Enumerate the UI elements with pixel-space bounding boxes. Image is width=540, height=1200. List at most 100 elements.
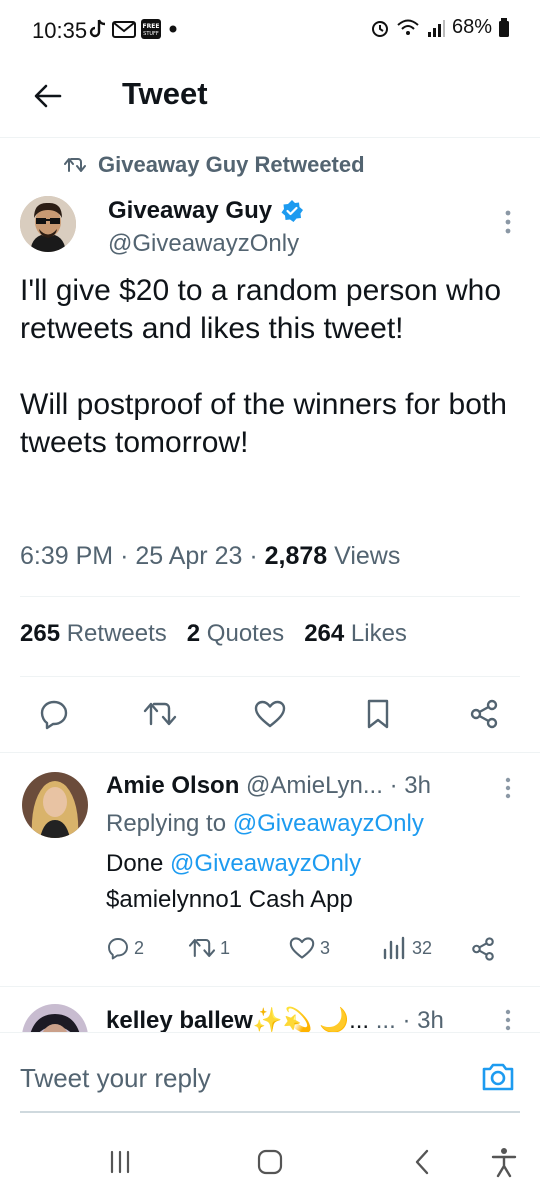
home-button[interactable] (250, 1142, 290, 1182)
reply-avatar-photo (22, 1004, 88, 1032)
reply-like-button[interactable]: 3 (288, 936, 330, 960)
reply-mention[interactable]: @GiveawayzOnly (170, 850, 361, 877)
retweeted-by[interactable]: Giveaway Guy Retweeted (64, 152, 365, 178)
retweet-icon (188, 938, 216, 958)
replying-to-mention[interactable]: @GiveawayzOnly (233, 810, 424, 837)
reply-share-button[interactable] (470, 936, 496, 962)
recent-apps-button[interactable] (100, 1142, 140, 1182)
recent-apps-icon (110, 1150, 130, 1174)
tweet-text: I'll give $20 to a random person who ret… (20, 274, 507, 459)
home-icon (257, 1149, 283, 1175)
camera-icon (482, 1063, 514, 1091)
author-name-text: Giveaway Guy (108, 197, 273, 224)
quotes-count: 2 (186, 620, 201, 647)
bookmark-icon (367, 699, 389, 729)
tiktok-icon (89, 19, 106, 38)
views-label[interactable]: Views (334, 542, 400, 570)
tweet-meta: 6:39 PM · 25 Apr 23 · 2,878 Views (20, 542, 400, 571)
divider (20, 596, 520, 597)
retweet-icon (143, 702, 177, 726)
bookmark-button[interactable] (358, 694, 398, 734)
quotes-label: Quotes (206, 620, 285, 647)
verified-badge-icon (281, 200, 304, 222)
reply-avatar[interactable] (22, 1004, 88, 1032)
back-button[interactable] (26, 74, 70, 118)
replying-label: Replying to (106, 810, 227, 837)
reply-avatar[interactable] (22, 772, 88, 838)
chevron-left-icon (415, 1149, 429, 1175)
retweets-stat[interactable]: 265 Retweets (20, 620, 167, 648)
reply-more-button[interactable] (498, 1008, 518, 1032)
reply-input-underline (20, 1111, 520, 1113)
retweet-button[interactable] (140, 694, 180, 734)
reply-avatar-photo (22, 772, 88, 838)
reply-author-name[interactable]: kelley ballew (106, 1007, 253, 1032)
reply-reply-count: 2 (134, 937, 145, 958)
svg-text:FREE: FREE (143, 23, 160, 30)
reply-author-handle[interactable]: @AmieLyn... (246, 772, 383, 799)
page-title: Tweet (122, 76, 208, 111)
reply-retweet-button[interactable]: 1 (188, 936, 230, 960)
svg-text:STUFF: STUFF (143, 31, 159, 37)
status-time: 10:35 (32, 18, 88, 43)
author-avatar[interactable] (20, 196, 76, 252)
status-system-icons: 68% (370, 16, 510, 39)
tweet-stats: 265 Retweets 2 Quotes 264 Likes (20, 620, 407, 648)
reply-button[interactable] (34, 694, 74, 734)
tweet-actions (0, 688, 540, 738)
reply-views-button[interactable]: 32 (382, 936, 432, 960)
share-icon (470, 699, 498, 729)
reply-text-line: Done @GiveawayzOnly (106, 846, 361, 882)
share-button[interactable] (464, 694, 504, 734)
reply-input[interactable]: Tweet your reply (20, 1063, 211, 1094)
reply-item[interactable]: kelley ballew✨💫 🌙... ... · 3h (0, 986, 540, 1032)
status-bar: 10:35 FREE STUFF 68% (0, 0, 540, 60)
reply-like-count: 3 (320, 937, 331, 958)
replying-to: Replying to @GiveawayzOnly (106, 810, 424, 838)
reply-header: kelley ballew✨💫 🌙... ... · 3h (106, 1006, 486, 1032)
author-handle[interactable]: @GiveawayzOnly (108, 230, 299, 258)
gmail-icon (112, 21, 136, 38)
reply-author-name[interactable]: Amie Olson (106, 772, 239, 799)
reply-item[interactable]: Amie Olson @AmieLyn... · 3h Replying to … (0, 752, 540, 982)
like-button[interactable] (250, 694, 290, 734)
reply-text-line-2: $amielynno1 Cash App (106, 886, 353, 913)
signal-icon (427, 19, 445, 37)
back-nav-button[interactable] (402, 1142, 442, 1182)
more-vertical-icon (505, 777, 511, 799)
quotes-stat[interactable]: 2 Quotes (187, 620, 284, 648)
tweet-time: 6:39 PM (20, 542, 114, 570)
dot-icon (169, 25, 177, 33)
author-name[interactable]: Giveaway Guy (108, 197, 304, 225)
alarm-icon (371, 20, 388, 37)
wifi-icon (397, 19, 419, 35)
reply-icon (40, 700, 68, 730)
reply-reply-button[interactable]: 2 (106, 936, 144, 960)
reply-more-button[interactable] (498, 776, 518, 802)
reply-age: · 3h (402, 1007, 444, 1032)
tweet-more-button[interactable] (498, 208, 518, 238)
accessibility-icon (491, 1148, 517, 1178)
reply-text: Done @GiveawayzOnly $amielynno1 Cash App (106, 846, 361, 918)
reply-composer: Tweet your reply (0, 1032, 540, 1114)
reply-age: · 3h (389, 772, 431, 799)
reply-actions: 2 1 3 32 (106, 936, 506, 966)
more-vertical-icon (505, 210, 511, 234)
camera-button[interactable] (480, 1059, 520, 1099)
retweets-count: 265 (20, 620, 61, 647)
retweets-label: Retweets (66, 620, 167, 647)
battery-percent: 68% (451, 16, 492, 38)
top-bar: Tweet (0, 60, 540, 138)
free-stuff-icon: FREESTUFF (141, 19, 161, 39)
tweet-date: 25 Apr 23 (135, 542, 243, 570)
likes-stat[interactable]: 264 Likes (304, 620, 407, 648)
accessibility-button[interactable] (484, 1142, 524, 1182)
reply-view-count: 32 (412, 937, 433, 958)
reply-author-handle[interactable]: ... (376, 1007, 396, 1032)
retweet-icon (64, 158, 86, 172)
reply-text-prefix: Done (106, 850, 164, 877)
heart-icon (254, 700, 286, 728)
divider (20, 676, 520, 677)
likes-label: Likes (350, 620, 407, 647)
reply-retweet-count: 1 (220, 937, 231, 958)
